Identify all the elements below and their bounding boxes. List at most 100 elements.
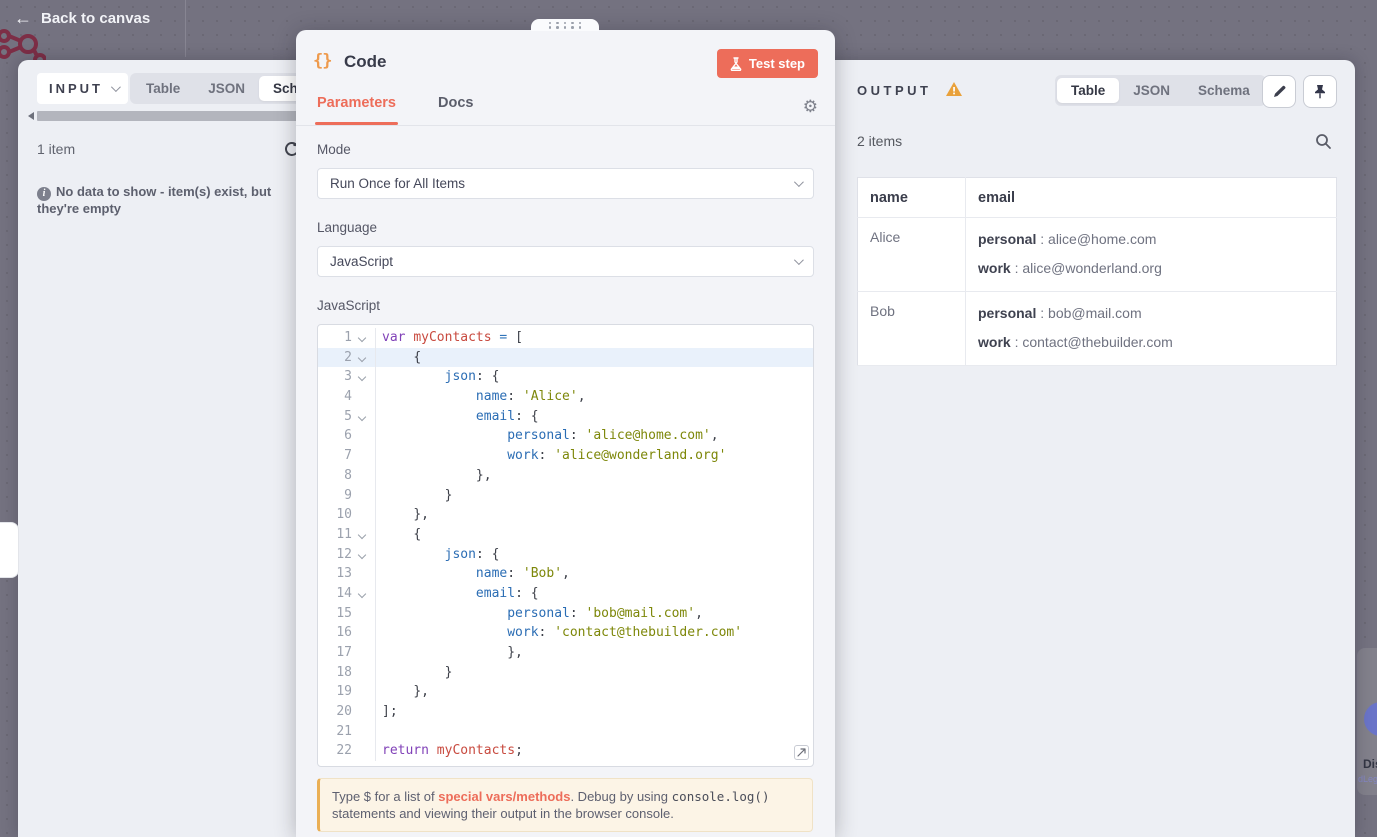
cell-name: Alice xyxy=(857,217,966,292)
mode-field: Mode Run Once for All Items xyxy=(317,142,814,199)
code-node-icon: {} xyxy=(313,51,333,71)
fold-gutter xyxy=(352,623,376,643)
output-label: OUTPUT xyxy=(857,83,932,98)
fold-gutter xyxy=(352,741,376,762)
column-header-name[interactable]: name xyxy=(857,177,966,218)
input-item-count: 1 item xyxy=(37,141,76,157)
line-number: 4 xyxy=(344,389,352,405)
back-arrow-icon: ← xyxy=(14,8,32,28)
fold-gutter xyxy=(352,485,376,506)
fold-gutter[interactable] xyxy=(352,524,376,545)
node-sublabel: dLega xyxy=(1358,774,1377,784)
output-tab-json[interactable]: JSON xyxy=(1119,78,1184,103)
code-line[interactable]: 15 personal: 'bob@mail.com', xyxy=(318,603,813,624)
code-line[interactable]: 7 work: 'alice@wonderland.org' xyxy=(318,446,813,466)
code-line[interactable]: 3 json: { xyxy=(318,367,813,388)
input-empty-notice: i No data to show - item(s) exist, but th… xyxy=(37,184,272,216)
output-tab-schema[interactable]: Schema xyxy=(1184,78,1264,103)
scroll-left-arrow-icon[interactable] xyxy=(28,111,34,120)
node-details-modal: {} Code Test step Parameters Docs ⚙ Mode … xyxy=(296,19,835,837)
input-tab-table[interactable]: Table xyxy=(132,76,194,101)
code-line[interactable]: 12 json: { xyxy=(318,544,813,565)
code-line[interactable]: 13 name: 'Bob', xyxy=(318,564,813,584)
line-number: 13 xyxy=(336,566,352,582)
mode-label: Mode xyxy=(317,142,351,157)
code-line[interactable]: 19 }, xyxy=(318,682,813,703)
gear-icon[interactable]: ⚙ xyxy=(803,98,818,115)
tab-docs[interactable]: Docs xyxy=(438,95,473,125)
cell-email: personal : bob@mail.com work : contact@th… xyxy=(965,291,1337,366)
table-row[interactable]: Bob personal : bob@mail.com work : contact… xyxy=(857,291,1337,366)
code-text: name: 'Alice', xyxy=(475,389,586,405)
mode-select[interactable]: Run Once for All Items xyxy=(317,168,814,199)
test-step-button[interactable]: Test step xyxy=(716,49,818,78)
code-line[interactable]: 16 work: 'contact@thebuilder.com' xyxy=(318,623,813,643)
panel-drag-handle[interactable] xyxy=(0,522,19,578)
code-line[interactable]: 4 name: 'Alice', xyxy=(318,387,813,407)
code-text: email: { xyxy=(475,585,539,601)
fold-gutter xyxy=(352,387,376,407)
input-label: INPUT xyxy=(49,81,103,96)
language-select[interactable]: JavaScript xyxy=(317,246,814,277)
fold-chevron-icon[interactable] xyxy=(357,550,367,559)
fold-gutter[interactable] xyxy=(352,328,376,348)
code-line[interactable]: 11 { xyxy=(318,524,813,545)
code-line[interactable]: 10 }, xyxy=(318,505,813,525)
code-line[interactable]: 5 email: { xyxy=(318,406,813,427)
fold-chevron-icon[interactable] xyxy=(357,373,367,382)
code-line[interactable]: 8 }, xyxy=(318,465,813,486)
back-label: Back to canvas xyxy=(41,9,151,27)
horizontal-scrollbar[interactable] xyxy=(28,110,300,121)
pin-data-button[interactable] xyxy=(1303,75,1337,108)
code-line[interactable]: 9 } xyxy=(318,485,813,506)
canvas-node-fragment[interactable]: Dis dLega xyxy=(1357,648,1377,795)
fold-gutter[interactable] xyxy=(352,347,376,368)
cell-email: personal : alice@home.com work : alice@wo… xyxy=(965,217,1337,292)
cell-name: Bob xyxy=(857,291,966,366)
language-label: Language xyxy=(317,220,378,235)
input-panel: INPUT TableJSONSchema 1 item iNo data to… xyxy=(18,60,341,837)
code-line[interactable]: 21 xyxy=(318,721,813,742)
output-tab-table[interactable]: Table xyxy=(1057,78,1120,103)
special-vars-link[interactable]: special vars/methods xyxy=(438,789,570,804)
table-row[interactable]: Alice personal : alice@home.com work : ali… xyxy=(857,217,1337,292)
column-header-email[interactable]: email xyxy=(965,177,1337,218)
code-line[interactable]: 2 { xyxy=(318,347,813,368)
warning-icon xyxy=(945,81,963,97)
fold-chevron-icon[interactable] xyxy=(357,333,367,343)
line-number: 8 xyxy=(344,467,352,483)
fold-gutter[interactable] xyxy=(352,406,376,427)
input-select[interactable]: INPUT xyxy=(37,73,128,104)
code-line[interactable]: 22 return myContacts; xyxy=(318,741,813,762)
fold-chevron-icon[interactable] xyxy=(357,353,367,362)
code-text: return myContacts; xyxy=(382,743,523,759)
fold-gutter[interactable] xyxy=(352,583,376,604)
scrollbar-thumb[interactable] xyxy=(37,110,300,121)
code-editor[interactable]: 1 var myContacts = [2 {3 json: {4 name: '… xyxy=(317,324,814,767)
edit-output-button[interactable] xyxy=(1262,75,1296,108)
code-line[interactable]: 18 } xyxy=(318,662,813,683)
fold-gutter[interactable] xyxy=(352,544,376,565)
code-line[interactable]: 20]; xyxy=(318,702,813,722)
fold-chevron-icon[interactable] xyxy=(357,530,367,540)
fold-chevron-icon[interactable] xyxy=(357,589,367,599)
line-number: 2 xyxy=(344,349,352,365)
search-icon[interactable] xyxy=(1315,133,1332,150)
tab-parameters[interactable]: Parameters xyxy=(315,95,398,125)
back-to-canvas-button[interactable]: ← Back to canvas xyxy=(14,9,150,27)
line-number: 20 xyxy=(336,704,352,720)
line-number: 18 xyxy=(336,664,352,680)
fold-gutter[interactable] xyxy=(352,367,376,388)
email-entry: personal : bob@mail.com xyxy=(978,305,1142,321)
fold-gutter xyxy=(352,721,376,742)
line-number: 14 xyxy=(336,585,352,601)
editor-resize-handle[interactable] xyxy=(794,745,809,760)
code-text: } xyxy=(444,664,453,680)
code-line[interactable]: 6 personal: 'alice@home.com', xyxy=(318,426,813,447)
code-line[interactable]: 14 email: { xyxy=(318,583,813,604)
fold-chevron-icon[interactable] xyxy=(357,412,367,421)
code-line[interactable]: 17 }, xyxy=(318,643,813,663)
code-line[interactable]: 1 var myContacts = [ xyxy=(318,328,813,348)
email-entry: work : alice@wonderland.org xyxy=(978,260,1162,276)
input-tab-json[interactable]: JSON xyxy=(194,76,259,101)
